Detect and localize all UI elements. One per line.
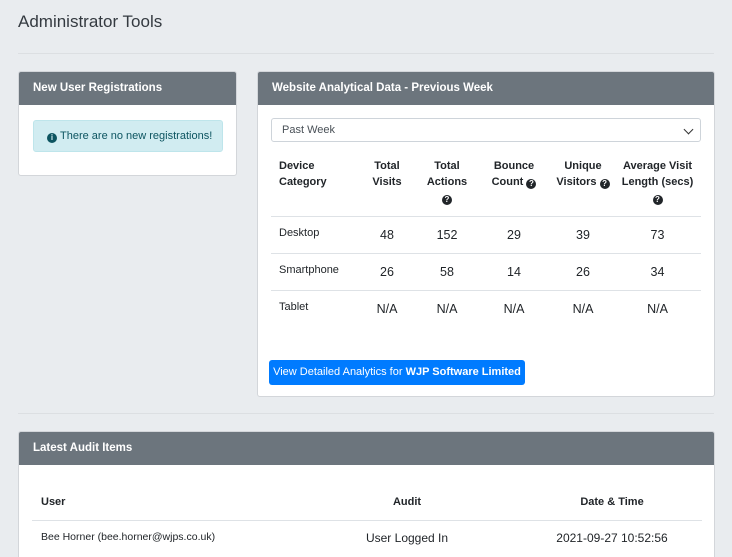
audit-table: User Audit Date & Time Bee Horner (bee.h… [32, 484, 702, 556]
table-row: Desktop 48 152 29 39 73 [271, 215, 701, 253]
actions-cell: N/A [418, 289, 476, 327]
visits-cell: 26 [356, 252, 418, 290]
registrations-card: New User Registrations i There are no new… [18, 71, 237, 176]
registrations-header: New User Registrations [19, 72, 236, 105]
device-cell: Desktop [271, 215, 356, 253]
datetime-cell: 2021-09-27 10:52:56 [522, 519, 702, 556]
alert-text: There are no new registrations! [60, 130, 213, 142]
audit-header: Latest Audit Items [19, 432, 714, 465]
col-unique-visitors: Unique Visitors ? [552, 158, 614, 216]
visits-cell: N/A [356, 289, 418, 327]
unique-cell: 39 [552, 215, 614, 253]
col-average-visit-length: Average Visit Length (secs) ? [621, 160, 694, 205]
question-circle-icon[interactable]: ? [526, 179, 537, 189]
device-cell: Tablet [271, 289, 356, 327]
button-prefix: View Detailed Analytics for [273, 366, 406, 378]
col-audit: Audit [392, 495, 422, 508]
question-circle-icon[interactable]: ? [599, 179, 610, 189]
avg-length-cell: 34 [614, 252, 701, 290]
period-select[interactable]: Past Week [271, 118, 701, 142]
avg-length-cell: 73 [614, 215, 701, 253]
info-circle-icon: i [47, 133, 57, 143]
question-circle-icon[interactable]: ? [442, 195, 452, 205]
actions-cell: 58 [418, 252, 476, 290]
col-device-category: Device Category [279, 160, 327, 188]
col-bounce-count: Bounce Count ? [476, 158, 552, 216]
page-title: Administrator Tools [18, 12, 163, 31]
visits-cell: 48 [356, 215, 418, 253]
audit-header-row: User Audit Date & Time [32, 484, 702, 520]
analytics-card: Website Analytical Data - Previous Week … [257, 71, 715, 397]
col-total-visits: Total Visits [372, 160, 402, 188]
section-divider [18, 413, 714, 414]
unique-cell: 26 [552, 252, 614, 290]
chevron-down-icon [683, 124, 694, 135]
no-registrations-alert: i There are no new registrations! [33, 120, 223, 152]
col-total-actions: Total Actions ? [426, 160, 468, 205]
table-row: Tablet N/A N/A N/A N/A N/A [271, 289, 701, 327]
device-cell: Smartphone [271, 252, 356, 290]
analytics-table: Device Category Total Visits Total Actions … [271, 158, 701, 327]
audit-cell: User Logged In [292, 519, 522, 556]
unique-cell: N/A [552, 289, 614, 327]
bounce-cell: N/A [476, 289, 552, 327]
user-cell: Bee Horner (bee.horner@wjps.co.uk) [32, 519, 292, 556]
table-row: Bee Horner (bee.horner@wjps.co.uk) User … [32, 519, 702, 556]
analytics-header-row: Device Category Total Visits Total Actions … [271, 158, 701, 216]
question-circle-icon[interactable]: ? [652, 195, 663, 205]
analytics-header: Website Analytical Data - Previous Week [258, 72, 714, 105]
table-row: Smartphone 26 58 14 26 34 [271, 252, 701, 290]
actions-cell: 152 [418, 215, 476, 253]
button-company: WJP Software Limited [405, 366, 521, 378]
period-select-value: Past Week [282, 124, 335, 136]
view-detailed-analytics-button[interactable]: View Detailed Analytics for WJP Software… [269, 360, 525, 385]
bounce-cell: 29 [476, 215, 552, 253]
col-user: User [41, 495, 66, 508]
col-datetime: Date & Time [580, 495, 644, 508]
title-divider [18, 53, 714, 54]
audit-card: Latest Audit Items User Audit Date & Tim… [18, 431, 715, 557]
avg-length-cell: N/A [614, 289, 701, 327]
bounce-cell: 14 [476, 252, 552, 290]
